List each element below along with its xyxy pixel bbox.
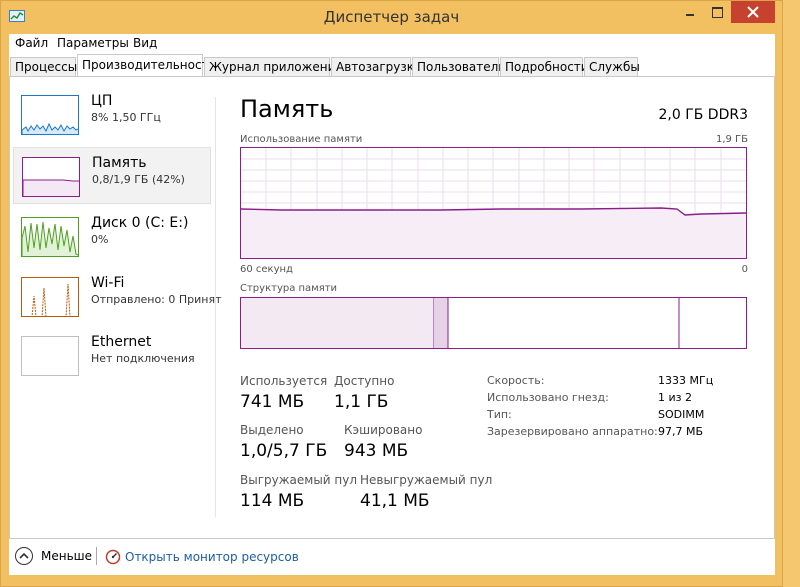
available-label: Доступно xyxy=(334,374,395,388)
menu-options[interactable]: Параметры xyxy=(57,36,129,50)
ethernet-title: Ethernet xyxy=(91,334,152,350)
fewer-details-label: Меньше xyxy=(41,549,93,563)
sidebar-item-memory[interactable]: Память 0,8/1,9 ГБ (42%) xyxy=(13,147,211,204)
committed-value: 1,0/5,7 ГБ xyxy=(240,441,328,461)
window-title: Диспетчер задач xyxy=(323,8,460,26)
reserved-value: 97,7 МБ xyxy=(658,425,704,438)
tab-services[interactable]: Службы xyxy=(584,57,640,76)
form-factor-value: SODIMM xyxy=(658,408,705,421)
title-bar[interactable]: Диспетчер задач xyxy=(1,1,782,33)
tab-startup[interactable]: Автозагрузка xyxy=(331,57,421,76)
memory-subtitle: 0,8/1,9 ГБ (42%) xyxy=(92,173,185,186)
paged-pool-value: 114 МБ xyxy=(240,491,305,511)
footer-bar: Меньше Открыть монитор ресурсов xyxy=(9,539,775,575)
disk-thumbnail-graph xyxy=(21,217,79,257)
tab-bar: Процессы Производительность Журнал прило… xyxy=(9,54,775,76)
task-manager-window: Диспетчер задач Файл Параметры Вид Проце… xyxy=(0,0,783,587)
chevron-up-icon xyxy=(15,547,33,565)
cpu-subtitle: 8% 1,50 ГГц xyxy=(91,111,161,124)
sidebar-item-wifi[interactable]: Wi-Fi Отправлено: 0 Принят xyxy=(13,268,222,325)
tab-app-history[interactable]: Журнал приложений xyxy=(204,57,343,76)
graph-time-left: 60 секунд xyxy=(240,264,293,275)
footer-separator xyxy=(96,547,97,565)
paged-pool-label: Выгружаемый пул xyxy=(240,473,358,487)
memory-usage-graph xyxy=(240,147,747,259)
memory-composition-bar xyxy=(240,297,747,349)
slots-label: Использовано гнезд: xyxy=(487,391,609,404)
slots-value: 1 из 2 xyxy=(658,391,692,404)
minimize-button[interactable] xyxy=(677,1,703,23)
page-title: Память xyxy=(240,95,334,123)
speed-value: 1333 МГц xyxy=(658,374,714,387)
performance-panel: ЦП 8% 1,50 ГГц Память 0,8/1,9 ГБ (42%) Д… xyxy=(9,76,775,539)
tab-processes[interactable]: Процессы xyxy=(10,57,77,76)
disk-subtitle: 0% xyxy=(91,233,109,246)
ethernet-thumbnail-graph xyxy=(21,336,79,376)
resource-monitor-label: Открыть монитор ресурсов xyxy=(125,550,299,564)
composition-label: Структура памяти xyxy=(240,283,338,294)
tab-performance[interactable]: Производительность xyxy=(77,54,216,76)
nonpaged-pool-value: 41,1 МБ xyxy=(360,491,430,511)
cpu-title: ЦП xyxy=(91,93,113,109)
ethernet-subtitle: Нет подключения xyxy=(91,352,195,365)
available-value: 1,1 ГБ xyxy=(334,392,389,412)
nonpaged-pool-label: Невыгружаемый пул xyxy=(360,473,493,487)
memory-details: Память 2,0 ГБ DDR3 Использование памяти … xyxy=(240,77,770,537)
sidebar-item-disk[interactable]: Диск 0 (C: E:) 0% xyxy=(13,208,211,265)
wifi-thumbnail-graph xyxy=(21,277,79,317)
in-use-value: 741 МБ xyxy=(240,392,305,412)
memory-title: Память xyxy=(92,155,147,171)
cached-value: 943 МБ xyxy=(344,441,409,461)
tab-details[interactable]: Подробности xyxy=(500,57,589,76)
cpu-thumbnail-graph xyxy=(21,95,79,135)
resource-list: ЦП 8% 1,50 ГГц Память 0,8/1,9 ГБ (42%) Д… xyxy=(10,77,222,537)
sidebar-item-cpu[interactable]: ЦП 8% 1,50 ГГц xyxy=(13,86,211,143)
graph-time-right: 0 xyxy=(741,264,748,275)
close-icon xyxy=(747,6,759,18)
reserved-label: Зарезервировано аппаратно: xyxy=(487,425,658,438)
memory-thumbnail-graph xyxy=(22,157,80,197)
menu-bar: Файл Параметры Вид xyxy=(9,34,775,54)
in-use-label: Используется xyxy=(240,374,328,388)
disk-title: Диск 0 (C: E:) xyxy=(91,215,189,231)
usage-graph-label: Использование памяти xyxy=(240,134,363,145)
memory-device: 2,0 ГБ DDR3 xyxy=(658,107,748,123)
speed-label: Скорость: xyxy=(487,374,545,387)
resource-monitor-icon xyxy=(105,549,121,565)
wifi-title: Wi-Fi xyxy=(91,275,125,291)
tab-users[interactable]: Пользователи xyxy=(412,57,506,76)
committed-label: Выделено xyxy=(240,423,304,437)
form-factor-label: Тип: xyxy=(487,408,512,421)
usage-graph-max: 1,9 ГБ xyxy=(715,134,748,145)
menu-file[interactable]: Файл xyxy=(15,36,48,50)
close-button[interactable] xyxy=(731,1,775,23)
sidebar-item-ethernet[interactable]: Ethernet Нет подключения xyxy=(13,327,211,384)
sidebar-divider xyxy=(215,97,216,517)
cached-label: Кэшировано xyxy=(344,423,423,437)
wifi-subtitle: Отправлено: 0 Принят xyxy=(91,293,222,306)
maximize-button[interactable] xyxy=(704,1,730,23)
menu-view[interactable]: Вид xyxy=(133,36,157,50)
